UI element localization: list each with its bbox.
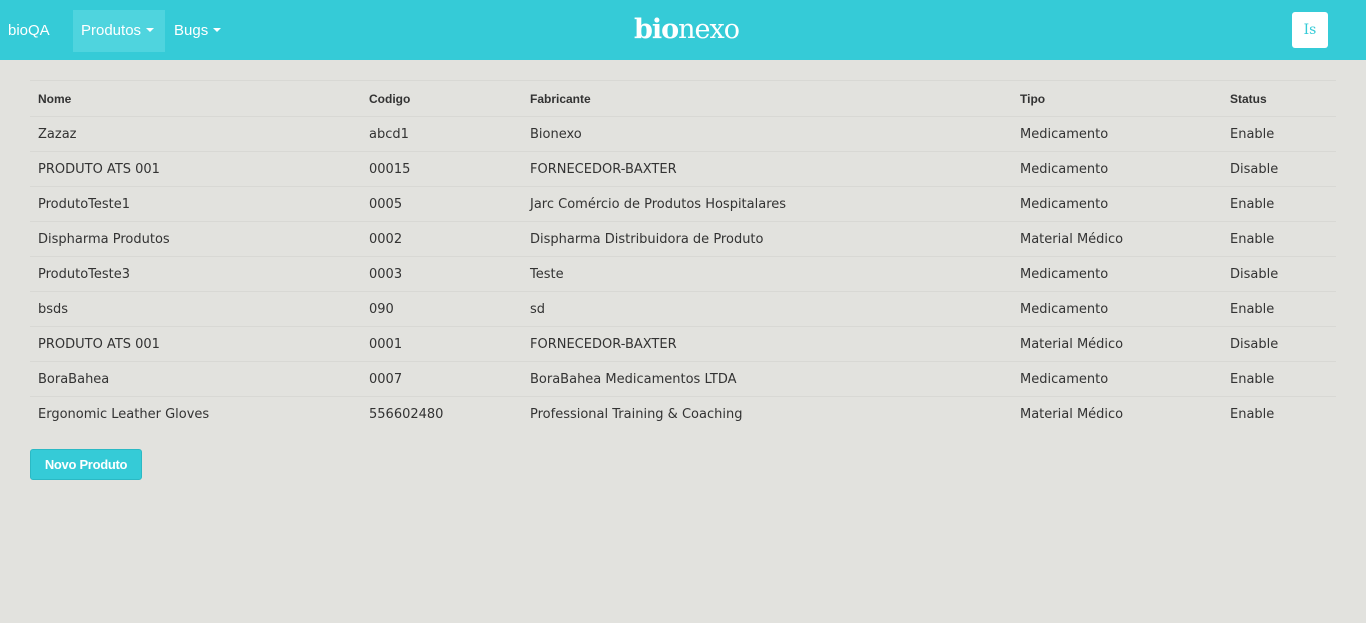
- cell-tipo: Medicamento: [1012, 186, 1222, 222]
- cell-tipo: Medicamento: [1012, 256, 1222, 292]
- table-row[interactable]: bsds 090 sd Medicamento Enable: [30, 291, 1336, 327]
- cell-nome: PRODUTO ATS 001: [30, 326, 361, 362]
- cell-fabricante: Jarc Comércio de Produtos Hospitalares: [522, 186, 1012, 222]
- cell-fabricante: Teste: [522, 256, 1012, 292]
- products-table-container: Nome Codigo Fabricante Tipo Status Zazaz…: [30, 80, 1336, 432]
- cell-codigo: 00015: [361, 151, 522, 187]
- nav-bugs-label: Bugs: [174, 22, 209, 39]
- cell-nome: ProdutoTeste3: [30, 256, 361, 292]
- cell-tipo: Medicamento: [1012, 151, 1222, 187]
- cell-status: Disable: [1222, 151, 1336, 187]
- logo-part-bio: bio: [634, 14, 679, 45]
- cell-status: Enable: [1222, 396, 1336, 432]
- cell-nome: bsds: [30, 291, 361, 327]
- cell-codigo: 0007: [361, 361, 522, 397]
- cell-tipo: Medicamento: [1012, 361, 1222, 397]
- table-row[interactable]: PRODUTO ATS 001 00015 FORNECEDOR-BAXTER …: [30, 151, 1336, 187]
- column-header-status: Status: [1222, 80, 1336, 117]
- table-row[interactable]: ProdutoTeste3 0003 Teste Medicamento Dis…: [30, 256, 1336, 292]
- table-row[interactable]: Ergonomic Leather Gloves 556602480 Profe…: [30, 396, 1336, 432]
- cell-nome: ProdutoTeste1: [30, 186, 361, 222]
- cell-fabricante: Professional Training & Coaching: [522, 396, 1012, 432]
- cell-fabricante: sd: [522, 291, 1012, 327]
- cell-fabricante: FORNECEDOR-BAXTER: [522, 326, 1012, 362]
- cell-nome: PRODUTO ATS 001: [30, 151, 361, 187]
- cell-fabricante: FORNECEDOR-BAXTER: [522, 151, 1012, 187]
- column-header-codigo: Codigo: [361, 80, 522, 117]
- table-row[interactable]: PRODUTO ATS 001 0001 FORNECEDOR-BAXTER M…: [30, 326, 1336, 362]
- cell-status: Enable: [1222, 186, 1336, 222]
- cell-codigo: 0003: [361, 256, 522, 292]
- cell-codigo: 0002: [361, 221, 522, 257]
- nav-bugs-dropdown[interactable]: Bugs: [166, 10, 232, 52]
- table-row[interactable]: Dispharma Produtos 0002 Dispharma Distri…: [30, 221, 1336, 257]
- new-product-button[interactable]: Novo Produto: [30, 449, 142, 480]
- products-table: Nome Codigo Fabricante Tipo Status Zazaz…: [30, 80, 1336, 432]
- cell-status: Disable: [1222, 326, 1336, 362]
- cell-nome: BoraBahea: [30, 361, 361, 397]
- caret-down-icon: [146, 28, 155, 33]
- caret-down-icon: [213, 28, 222, 33]
- cell-tipo: Material Médico: [1012, 326, 1222, 362]
- cell-nome: Zazaz: [38, 126, 77, 142]
- cell-tipo: Material Médico: [1012, 221, 1222, 257]
- table-header-row: Nome Codigo Fabricante Tipo Status: [30, 80, 1336, 117]
- bionexo-logo: bionexo: [634, 13, 740, 47]
- cell-fabricante: BoraBahea Medicamentos LTDA: [522, 361, 1012, 397]
- table-body: Zazaz abcd1 Bionexo Medicamento Enable P…: [30, 117, 1336, 432]
- table-row[interactable]: ProdutoTeste1 0005 Jarc Comércio de Prod…: [30, 186, 1336, 222]
- cell-status: Enable: [1222, 291, 1336, 327]
- user-menu-button[interactable]: Is: [1292, 12, 1328, 48]
- cell-status: Enable: [1222, 361, 1336, 397]
- cell-status: Enable: [1222, 221, 1336, 257]
- cell-codigo: abcd1: [369, 126, 409, 142]
- cell-nome: Dispharma Produtos: [30, 221, 361, 257]
- cell-codigo: 0001: [361, 326, 522, 362]
- column-header-nome: Nome: [30, 80, 361, 117]
- cell-fabricante: Dispharma Distribuidora de Produto: [522, 221, 1012, 257]
- table-row[interactable]: Zazaz abcd1 Bionexo Medicamento Enable: [30, 117, 1336, 152]
- cell-tipo: Medicamento: [1012, 291, 1222, 327]
- cell-codigo: 0005: [361, 186, 522, 222]
- cell-tipo: Material Médico: [1012, 396, 1222, 432]
- nav-produtos-dropdown[interactable]: Produtos: [73, 10, 165, 52]
- top-navbar: bioQA Produtos Bugs bionexo Is: [0, 0, 1366, 60]
- logo-part-nexo: nexo: [678, 14, 740, 45]
- cell-codigo: 556602480: [361, 396, 522, 432]
- nav-produtos-label: Produtos: [81, 22, 142, 39]
- column-header-fabricante: Fabricante: [522, 80, 1012, 117]
- brand-link[interactable]: bioQA: [8, 22, 50, 39]
- cell-tipo: Medicamento: [1020, 126, 1109, 142]
- cell-status: Disable: [1222, 256, 1336, 292]
- column-header-tipo: Tipo: [1012, 80, 1222, 117]
- table-row[interactable]: BoraBahea 0007 BoraBahea Medicamentos LT…: [30, 361, 1336, 397]
- cell-nome: Ergonomic Leather Gloves: [30, 396, 361, 432]
- cell-status: Enable: [1230, 126, 1275, 142]
- cell-fabricante: Bionexo: [530, 126, 582, 142]
- cell-codigo: 090: [361, 291, 522, 327]
